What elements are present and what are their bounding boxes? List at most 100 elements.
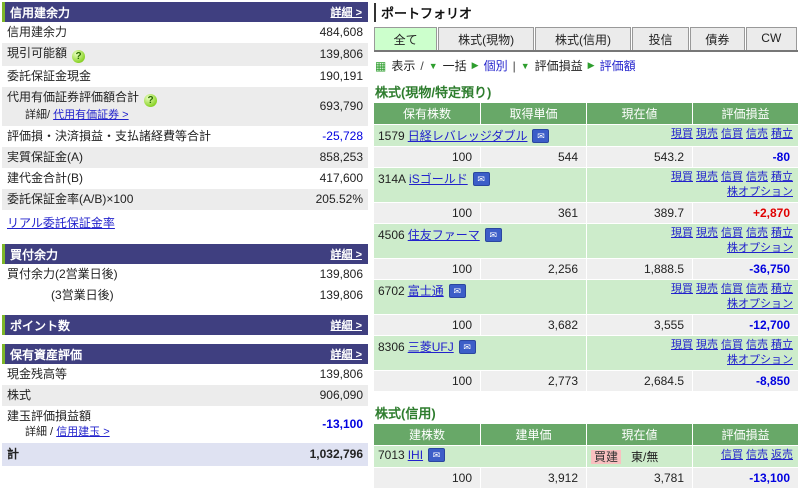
margin-buy-link[interactable]: 信買 bbox=[721, 449, 743, 461]
cost-cell: 544 bbox=[480, 147, 586, 167]
spot-buy-link[interactable]: 現買 bbox=[671, 339, 693, 351]
accumulate-link[interactable]: 積立 bbox=[771, 227, 793, 239]
spot-buy-link[interactable]: 現買 bbox=[671, 227, 693, 239]
col-header-cost: 取得単価 bbox=[480, 103, 586, 124]
spot-buy-link[interactable]: 現買 bbox=[671, 128, 693, 140]
summary-row: 評価損・決済損益・支払諸経費等合計 -25,728 bbox=[2, 126, 368, 147]
mail-icon[interactable]: ✉ bbox=[448, 284, 466, 298]
spot-sell-link[interactable]: 現売 bbox=[696, 283, 718, 295]
stock-code: 314A bbox=[378, 172, 407, 186]
margin-buy-link[interactable]: 信買 bbox=[721, 128, 743, 140]
tab-stock-margin[interactable]: 株式(信用) bbox=[535, 27, 631, 50]
detail-link[interactable]: 詳細 > bbox=[331, 346, 362, 362]
row-label: 現金残高等 bbox=[7, 367, 68, 381]
margin-sell-link[interactable]: 信売 bbox=[746, 171, 768, 183]
row-label: 委託保証金率(A/B)×100 bbox=[7, 192, 134, 206]
margin-sell-link[interactable]: 信売 bbox=[746, 128, 768, 140]
close-sell-link[interactable]: 返売 bbox=[771, 449, 793, 461]
stock-option-link[interactable]: 株オプション bbox=[727, 186, 793, 198]
margin-sell-link[interactable]: 信売 bbox=[746, 283, 768, 295]
margin-buy-link[interactable]: 信買 bbox=[721, 171, 743, 183]
stock-option-link[interactable]: 株オプション bbox=[727, 298, 793, 310]
pl-cell: +2,870 bbox=[692, 203, 798, 223]
detail-link[interactable]: 詳細 > bbox=[331, 4, 362, 20]
accumulate-link[interactable]: 積立 bbox=[771, 283, 793, 295]
summary-row: 建代金合計(B) 417,600 bbox=[2, 168, 368, 189]
qty-cell: 100 bbox=[451, 150, 472, 164]
row-label: 建玉評価損益額 bbox=[7, 409, 92, 423]
detail-link[interactable]: 詳細 > bbox=[331, 317, 362, 333]
margin-sell-link[interactable]: 信売 bbox=[746, 227, 768, 239]
margin-section-title: 株式(信用) bbox=[375, 406, 436, 421]
individual-view-link[interactable]: 個別 bbox=[484, 57, 508, 74]
triangle-right-icon: ▶ bbox=[471, 60, 479, 70]
triangle-down-icon: ▼ bbox=[520, 60, 530, 71]
row-value: 858,253 bbox=[319, 150, 363, 164]
stock-name-link[interactable]: IHI bbox=[408, 448, 423, 462]
stock-name-link[interactable]: iSゴールド bbox=[409, 172, 468, 186]
valuation-view-link[interactable]: 評価額 bbox=[600, 57, 636, 74]
margin-buy-link[interactable]: 信買 bbox=[721, 339, 743, 351]
row-value: 906,090 bbox=[319, 388, 363, 402]
stock-name-link[interactable]: 富士通 bbox=[408, 284, 444, 298]
mail-icon[interactable]: ✉ bbox=[428, 448, 446, 462]
stock-code: 1579 bbox=[378, 129, 405, 143]
summary-row: 信用建余力 484,608 bbox=[2, 22, 368, 43]
spot-buy-link[interactable]: 現買 bbox=[671, 283, 693, 295]
stock-name-link[interactable]: 住友ファーマ bbox=[408, 228, 480, 242]
stock-name-link[interactable]: 三菱UFJ bbox=[408, 340, 454, 354]
tab-cw[interactable]: CW bbox=[745, 27, 797, 50]
detail-link[interactable]: 詳細 > bbox=[331, 246, 362, 262]
cost-cell: 3,682 bbox=[480, 315, 586, 335]
spot-sell-link[interactable]: 現売 bbox=[696, 227, 718, 239]
margin-positions-link[interactable]: 信用建玉 > bbox=[56, 426, 109, 438]
margin-sell-link[interactable]: 信売 bbox=[746, 339, 768, 351]
summary-row: 代用有価証券評価額合計? 詳細/ 代用有価証券 > 693,790 bbox=[2, 87, 368, 126]
margin-buy-link[interactable]: 信買 bbox=[721, 283, 743, 295]
sub-label: 詳細/ bbox=[25, 109, 51, 121]
spot-sell-link[interactable]: 現売 bbox=[696, 128, 718, 140]
margin-sell-link[interactable]: 信売 bbox=[746, 449, 768, 461]
stock-name-row: 6702 富士通 ✉ 現買 現売 信買 信売 積立 株オプション bbox=[374, 279, 798, 314]
accumulate-link[interactable]: 積立 bbox=[771, 128, 793, 140]
spot-sell-link[interactable]: 現売 bbox=[696, 171, 718, 183]
tab-funds[interactable]: 投信 bbox=[631, 27, 690, 50]
row-label: 委託保証金現金 bbox=[7, 69, 92, 83]
mail-icon[interactable]: ✉ bbox=[484, 228, 502, 242]
accumulate-link[interactable]: 積立 bbox=[771, 171, 793, 183]
summary-row: 現金残高等 139,806 bbox=[2, 364, 368, 385]
qty-cell: 100 bbox=[451, 262, 472, 276]
mail-icon[interactable]: ✉ bbox=[472, 172, 490, 186]
stock-name-link[interactable]: 日経レバレッジダブル bbox=[408, 129, 528, 143]
real-margin-ratio-link[interactable]: リアル委託保証金率 bbox=[7, 216, 115, 230]
stock-option-link[interactable]: 株オプション bbox=[727, 354, 793, 366]
tab-stock-spot[interactable]: 株式(現物) bbox=[438, 27, 535, 50]
tab-all[interactable]: 全て bbox=[374, 27, 438, 50]
sub-label: 詳細 / bbox=[25, 426, 54, 438]
row-value: -13,100 bbox=[322, 417, 363, 431]
help-icon[interactable]: ? bbox=[72, 50, 86, 63]
margin-holdings-table: 建株数 建単価 現在値 評価損益 7013 IHI ✉ 買建 東/無 信買 信売 返売 1… bbox=[374, 424, 798, 488]
margin-buy-link[interactable]: 信買 bbox=[721, 227, 743, 239]
mail-icon[interactable]: ✉ bbox=[458, 340, 476, 354]
stock-code: 4506 bbox=[378, 228, 405, 242]
help-icon[interactable]: ? bbox=[144, 94, 158, 107]
section-buying-power: 買付余力 詳細 > 買付余力(2営業日後) 139,806 (3営業日後) 13… bbox=[2, 244, 368, 306]
stock-value-row: 100 3,912 3,781 -13,100 bbox=[374, 467, 798, 488]
tab-bonds[interactable]: 債券 bbox=[690, 27, 745, 50]
spot-section-title: 株式(現物/特定預り) bbox=[375, 85, 492, 100]
cost-cell: 361 bbox=[480, 203, 586, 223]
display-label: 表示 bbox=[391, 59, 416, 73]
row-label: 代用有価証券評価額合計 bbox=[7, 90, 140, 104]
mail-icon[interactable]: ✉ bbox=[532, 129, 550, 143]
section-asset-valuation: 保有資産評価 詳細 > 現金残高等 139,806 株式 906,090 建玉評… bbox=[2, 344, 368, 466]
stock-name-row: 7013 IHI ✉ 買建 東/無 信買 信売 返売 bbox=[374, 445, 798, 467]
row-value: 190,191 bbox=[319, 69, 363, 83]
spot-buy-link[interactable]: 現買 bbox=[671, 171, 693, 183]
summary-row: 買付余力(2営業日後) 139,806 bbox=[2, 264, 368, 285]
spot-sell-link[interactable]: 現売 bbox=[696, 339, 718, 351]
collateral-securities-link[interactable]: 代用有価証券 > bbox=[53, 109, 128, 121]
stock-option-link[interactable]: 株オプション bbox=[727, 242, 793, 254]
accumulate-link[interactable]: 積立 bbox=[771, 339, 793, 351]
price-cell: 3,781 bbox=[586, 468, 692, 488]
